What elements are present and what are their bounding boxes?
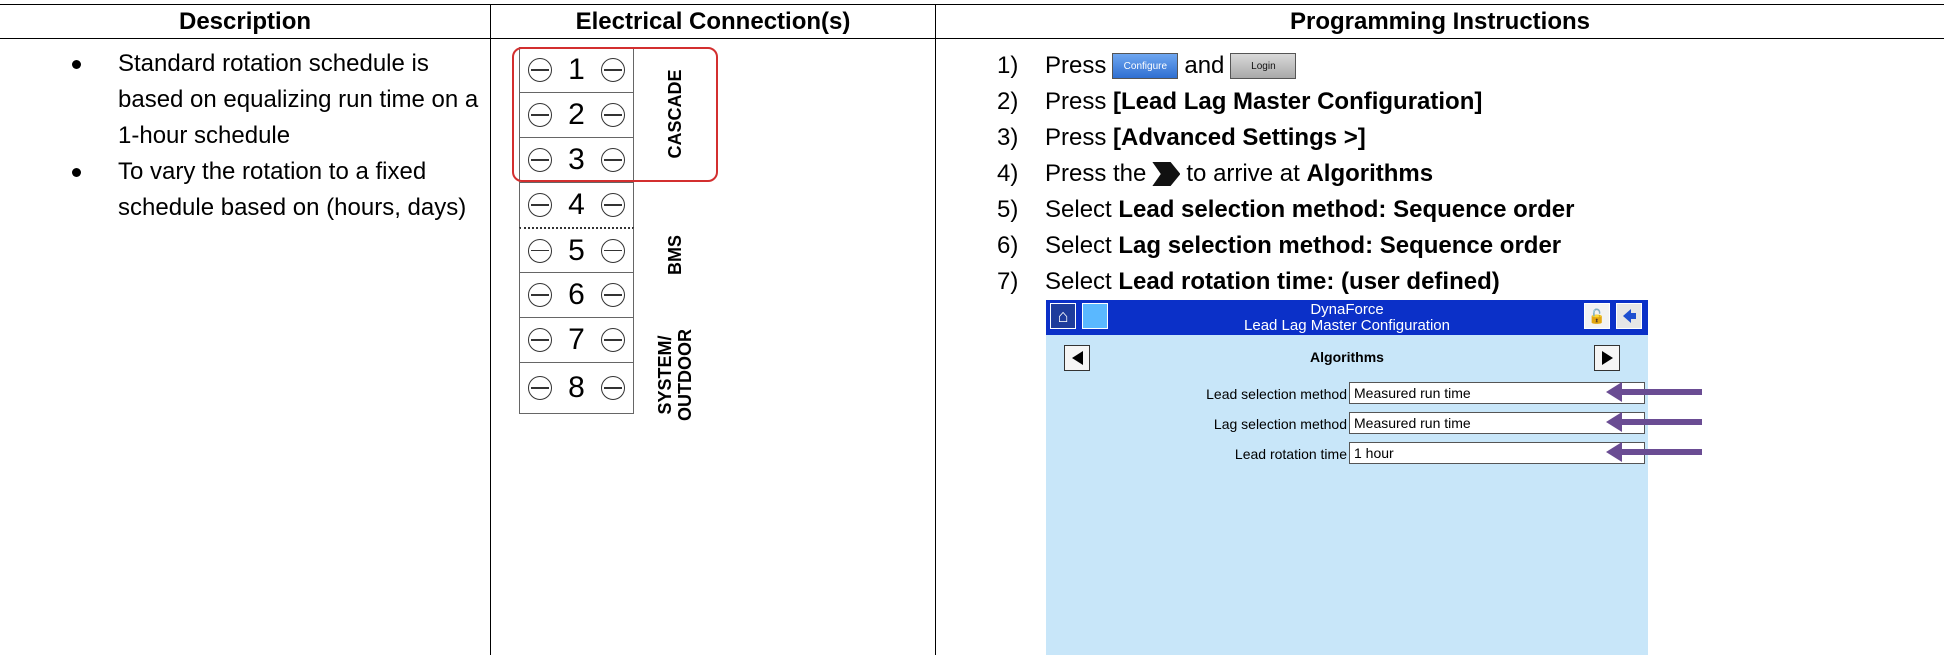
step-text: Press xyxy=(1045,124,1107,151)
screw-icon xyxy=(600,376,625,400)
terminal-row-8: 8 xyxy=(519,362,634,414)
screw-icon xyxy=(600,238,625,263)
header-divider xyxy=(0,38,1944,39)
screw-icon xyxy=(600,328,625,352)
header-description: Description xyxy=(178,7,312,35)
description-list: Standard rotation schedule is based on e… xyxy=(70,46,490,226)
terminal-row-7: 7 xyxy=(519,317,634,362)
login-button: Login xyxy=(1230,53,1297,79)
lead-selection-field[interactable]: Measured run time xyxy=(1349,382,1645,404)
step-bold-text: [Advanced Settings >] xyxy=(1113,124,1366,151)
device-screen: ⌂ DynaForce Lead Lag Master Configuratio… xyxy=(1046,300,1648,655)
list-item: Standard rotation schedule is based on e… xyxy=(70,46,490,154)
annotation-arrow-icon xyxy=(1606,382,1702,402)
step-number: 1) xyxy=(997,52,1019,79)
bullet-icon xyxy=(72,168,81,177)
screen-heading: Algorithms xyxy=(1310,349,1384,365)
screen-title-line1: DynaForce xyxy=(1310,301,1384,318)
step-bold-text: Lead selection method: Sequence order xyxy=(1118,196,1575,223)
system-label-line2: OUTDOOR xyxy=(675,329,695,421)
field-label: Lag selection method xyxy=(1213,416,1347,432)
screen-title-line2: Lead Lag Master Configuration xyxy=(1244,317,1450,334)
step-bold-text: Algorithms xyxy=(1306,160,1434,187)
configure-button: Configure xyxy=(1112,53,1179,79)
step-bold-text: Lead rotation time: (user defined) xyxy=(1118,268,1500,295)
screw-icon xyxy=(600,193,625,217)
step-text: Press the xyxy=(1045,160,1147,187)
step-text: and xyxy=(1184,52,1225,79)
column-divider-2 xyxy=(935,4,936,655)
lock-icon[interactable]: 🔓 xyxy=(1584,303,1610,329)
field-label: Lead rotation time xyxy=(1234,446,1347,462)
bms-label: BMS xyxy=(665,235,685,275)
header-electrical: Electrical Connection(s) xyxy=(575,7,851,35)
field-label: Lead selection method xyxy=(1206,386,1347,402)
step-4: 4) Press the to arrive at Algorithms xyxy=(997,156,1574,192)
terminal-row-4: 4 xyxy=(519,182,634,227)
header-programming: Programming Instructions xyxy=(1289,7,1591,35)
step-number: 3) xyxy=(997,124,1019,151)
column-divider-1 xyxy=(490,4,491,655)
step-number: 6) xyxy=(997,232,1019,259)
step-text: Select xyxy=(1045,232,1112,259)
annotation-arrow-icon xyxy=(1606,412,1702,432)
terminal-row-5: 5 xyxy=(519,227,634,272)
step-2: 2) Press [Lead Lag Master Configuration] xyxy=(997,84,1574,120)
field-row-lead-selection: Lead selection method Measured run time xyxy=(1046,382,1648,406)
step-6: 6) Select Lag selection method: Sequence… xyxy=(997,228,1574,264)
cascade-highlight-box xyxy=(512,47,718,182)
step-text: Select xyxy=(1045,268,1112,295)
screw-icon xyxy=(600,283,625,307)
next-arrow-icon xyxy=(1152,162,1181,186)
list-item: To vary the rotation to a fixed schedule… xyxy=(70,154,490,226)
screw-icon xyxy=(528,328,553,352)
back-arrow-icon xyxy=(1623,309,1636,323)
step-number: 2) xyxy=(997,88,1019,115)
terminal-number: 4 xyxy=(568,188,585,221)
step-bold-text: Lag selection method: Sequence order xyxy=(1118,232,1562,259)
screw-icon xyxy=(528,238,553,263)
screen-title-bar: ⌂ DynaForce Lead Lag Master Configuratio… xyxy=(1046,300,1648,335)
description-text: To vary the rotation to a fixed schedule… xyxy=(118,158,467,221)
step-bold-text: [Lead Lag Master Configuration] xyxy=(1113,88,1483,115)
step-1: 1) Press Configure and Login xyxy=(997,48,1574,84)
step-number: 5) xyxy=(997,196,1019,223)
screw-icon xyxy=(528,193,553,217)
step-7: 7) Select Lead rotation time: (user defi… xyxy=(997,264,1574,300)
next-page-icon[interactable] xyxy=(1594,345,1620,371)
bullet-icon xyxy=(72,60,81,69)
system-outdoor-label: SYSTEM/ OUTDOOR xyxy=(655,320,695,430)
terminal-number: 5 xyxy=(568,233,585,267)
terminal-number: 7 xyxy=(568,323,585,356)
step-text: to arrive at xyxy=(1186,160,1300,187)
instruction-steps: 1) Press Configure and Login 2) Press [L… xyxy=(997,48,1574,300)
terminal-number: 6 xyxy=(568,278,585,311)
step-3: 3) Press [Advanced Settings >] xyxy=(997,120,1574,156)
step-text: Select xyxy=(1045,196,1112,223)
back-icon[interactable] xyxy=(1616,303,1642,329)
description-text: Standard rotation schedule is based on e… xyxy=(118,50,479,149)
field-row-lag-selection: Lag selection method Measured run time xyxy=(1046,412,1648,436)
step-number: 4) xyxy=(997,160,1019,187)
screw-icon xyxy=(528,283,553,307)
triangle-right-icon xyxy=(1601,351,1613,365)
terminal-row-6: 6 xyxy=(519,272,634,317)
lag-selection-field[interactable]: Measured run time xyxy=(1349,412,1645,434)
annotation-arrow-icon xyxy=(1606,442,1702,462)
terminal-number: 8 xyxy=(568,371,585,404)
lead-rotation-field[interactable]: 1 hour xyxy=(1349,442,1645,464)
field-row-lead-rotation: Lead rotation time 1 hour xyxy=(1046,442,1648,466)
system-label-line1: SYSTEM/ xyxy=(655,335,675,415)
cascade-label: CASCADE xyxy=(665,69,685,159)
step-number: 7) xyxy=(997,268,1019,295)
step-5: 5) Select Lead selection method: Sequenc… xyxy=(997,192,1574,228)
screw-icon xyxy=(528,376,553,400)
step-text: Press xyxy=(1045,88,1107,115)
step-text: Press xyxy=(1045,52,1107,79)
